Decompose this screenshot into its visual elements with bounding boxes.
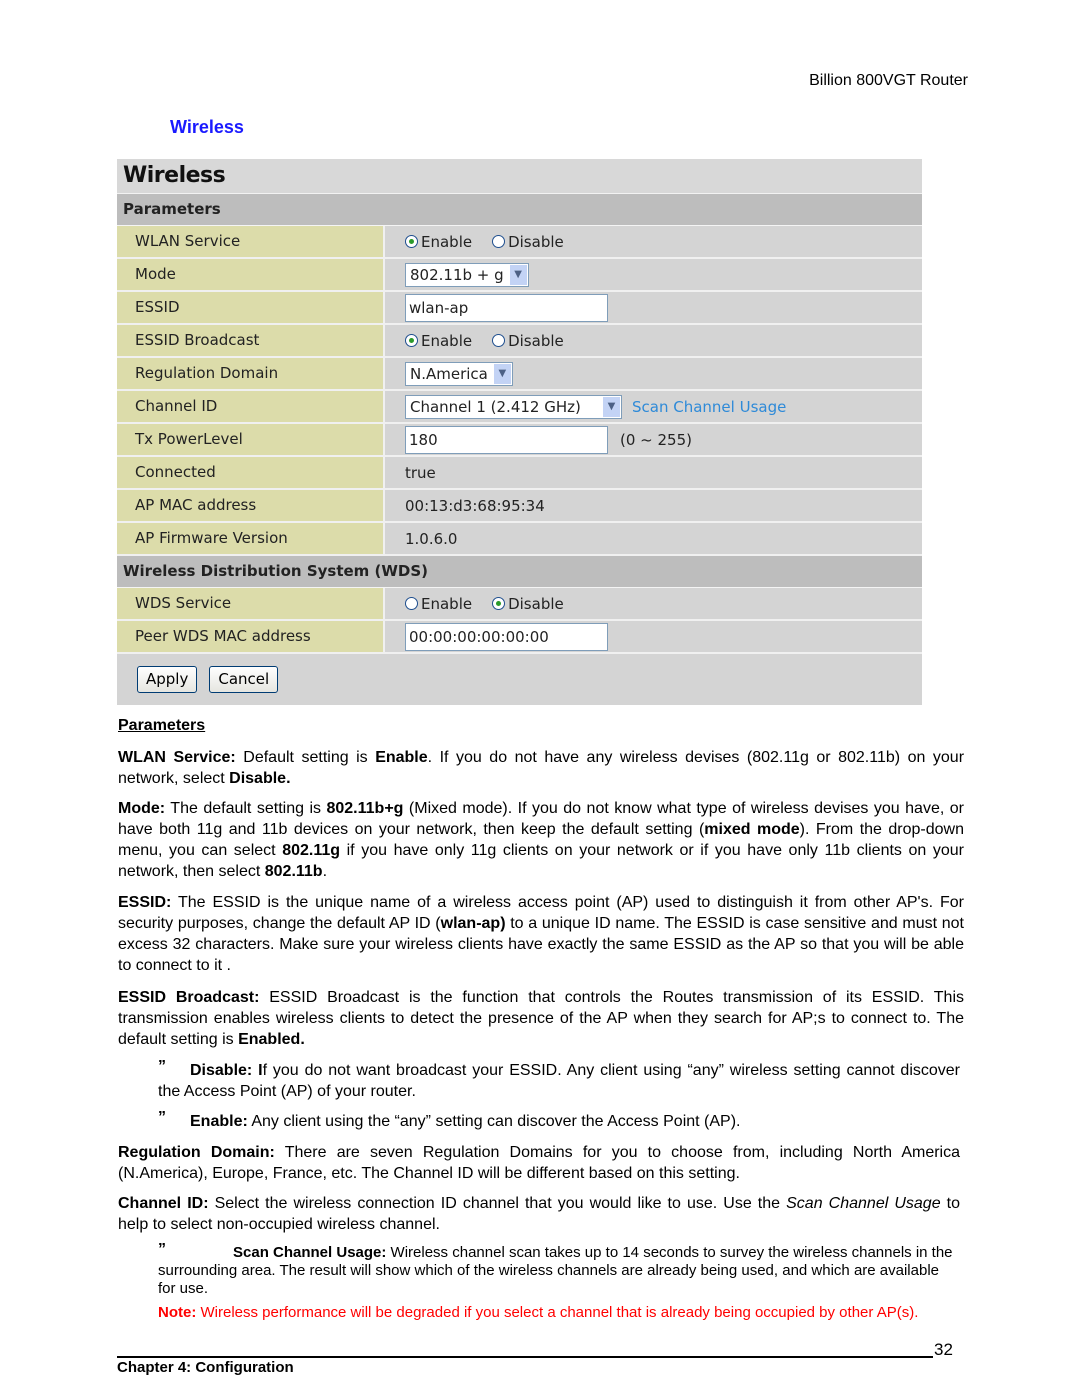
radio-unselected-icon (492, 235, 506, 248)
wlan-service-description: WLAN Service: Default setting is Enable.… (118, 749, 965, 787)
essid-broadcast-description: ESSID Broadcast: ESSID Broadcast is the … (118, 989, 964, 1048)
button-bar: Apply Cancel (117, 654, 922, 705)
wds-service-row: WDS Service Enable Disable (117, 588, 922, 621)
regulation-domain-label: Regulation Domain (117, 358, 385, 389)
panel-title: Wireless (117, 159, 922, 194)
wds-service-label: WDS Service (117, 588, 385, 619)
wlan-service-label: WLAN Service (117, 226, 385, 257)
ap-firmware-row: AP Firmware Version 1.0.6.0 (117, 523, 922, 556)
wlan-service-disable-radio[interactable]: Disable (492, 233, 564, 251)
section-title: Wireless (170, 117, 244, 137)
connected-value: true (405, 463, 436, 482)
chevron-down-icon: ▼ (603, 396, 620, 417)
channel-id-row: Channel ID Channel 1 (2.412 GHz) ▼ Scan C… (117, 391, 922, 424)
wlan-service-row: WLAN Service Enable Disable (117, 226, 922, 259)
bullet-icon: ” (158, 1109, 166, 1126)
chapter-label: Chapter 4: Configuration (117, 1359, 294, 1376)
regulation-domain-row: Regulation Domain N.America ▼ (117, 358, 922, 391)
wlan-service-enable-radio[interactable]: Enable (405, 233, 472, 251)
essid-broadcast-label: ESSID Broadcast (117, 325, 385, 356)
radio-selected-icon (405, 334, 418, 347)
footer-divider (117, 1356, 933, 1358)
wds-service-enable-radio[interactable]: Enable (405, 595, 472, 613)
ap-mac-value: 00:13:d3:68:95:34 (405, 496, 545, 515)
tx-power-row: Tx PowerLevel 180 (0 ~ 255) (117, 424, 922, 457)
essid-input[interactable]: wlan-ap (405, 293, 608, 322)
regulation-domain-select[interactable]: N.America ▼ (405, 361, 513, 386)
regulation-domain-description: Regulation Domain: There are seven Regul… (118, 1144, 960, 1182)
wds-group-header: Wireless Distribution System (WDS) (117, 556, 922, 588)
essid-broadcast-enable-radio[interactable]: Enable (405, 332, 472, 350)
radio-selected-icon (405, 235, 418, 248)
mode-select[interactable]: 802.11b + g ▼ (405, 262, 529, 287)
essid-label: ESSID (117, 292, 385, 323)
peer-wds-mac-row: Peer WDS MAC address 00:00:00:00:00:00 (117, 621, 922, 654)
essid-row: ESSID wlan-ap (117, 292, 922, 325)
parameters-heading: Parameters (118, 717, 206, 734)
chevron-down-icon: ▼ (509, 264, 527, 285)
connected-row: Connected true (117, 457, 922, 490)
channel-id-label: Channel ID (117, 391, 385, 422)
ap-firmware-value: 1.0.6.0 (405, 529, 458, 548)
mode-row: Mode 802.11b + g ▼ (117, 259, 922, 292)
ap-firmware-label: AP Firmware Version (117, 523, 385, 554)
channel-id-select[interactable]: Channel 1 (2.412 GHz) ▼ (405, 394, 622, 419)
page-number: 32 (934, 1340, 953, 1359)
broadcast-disable-description: Disable: If you do not want broadcast yo… (158, 1062, 960, 1100)
document-header: Billion 800VGT Router (809, 72, 968, 89)
tx-power-range-hint: (0 ~ 255) (620, 430, 692, 449)
radio-unselected-icon (405, 597, 418, 610)
ap-mac-label: AP MAC address (117, 490, 385, 521)
connected-label: Connected (117, 457, 385, 488)
channel-id-description: Channel ID: Select the wireless connecti… (118, 1195, 961, 1233)
ap-mac-row: AP MAC address 00:13:d3:68:95:34 (117, 490, 922, 523)
scan-channel-usage-description: Scan Channel Usage: Wireless channel sca… (158, 1244, 953, 1297)
radio-selected-icon (492, 597, 506, 610)
wds-service-disable-radio[interactable]: Disable (492, 595, 564, 613)
peer-wds-mac-label: Peer WDS MAC address (117, 621, 385, 652)
essid-broadcast-row: ESSID Broadcast Enable Disable (117, 325, 922, 358)
wireless-settings-panel: Wireless Parameters WLAN Service Enable … (117, 159, 922, 705)
broadcast-enable-description: Enable: Any client using the “any” setti… (190, 1113, 741, 1130)
note-text: Note: Wireless performance will be degra… (158, 1304, 919, 1321)
tx-power-label: Tx PowerLevel (117, 424, 385, 455)
tx-power-input[interactable]: 180 (405, 425, 608, 454)
cancel-button[interactable]: Cancel (209, 666, 279, 693)
parameters-group-header: Parameters (117, 194, 922, 226)
essid-description: ESSID: The ESSID is the unique name of a… (118, 894, 964, 974)
apply-button[interactable]: Apply (137, 666, 198, 693)
mode-description: Mode: The default setting is 802.11b+g (… (118, 800, 965, 880)
chevron-down-icon: ▼ (493, 363, 511, 384)
radio-unselected-icon (492, 334, 506, 347)
essid-broadcast-disable-radio[interactable]: Disable (492, 332, 564, 350)
scan-channel-usage-link[interactable]: Scan Channel Usage (632, 398, 786, 416)
peer-wds-mac-input[interactable]: 00:00:00:00:00:00 (405, 622, 608, 651)
mode-label: Mode (117, 259, 385, 290)
